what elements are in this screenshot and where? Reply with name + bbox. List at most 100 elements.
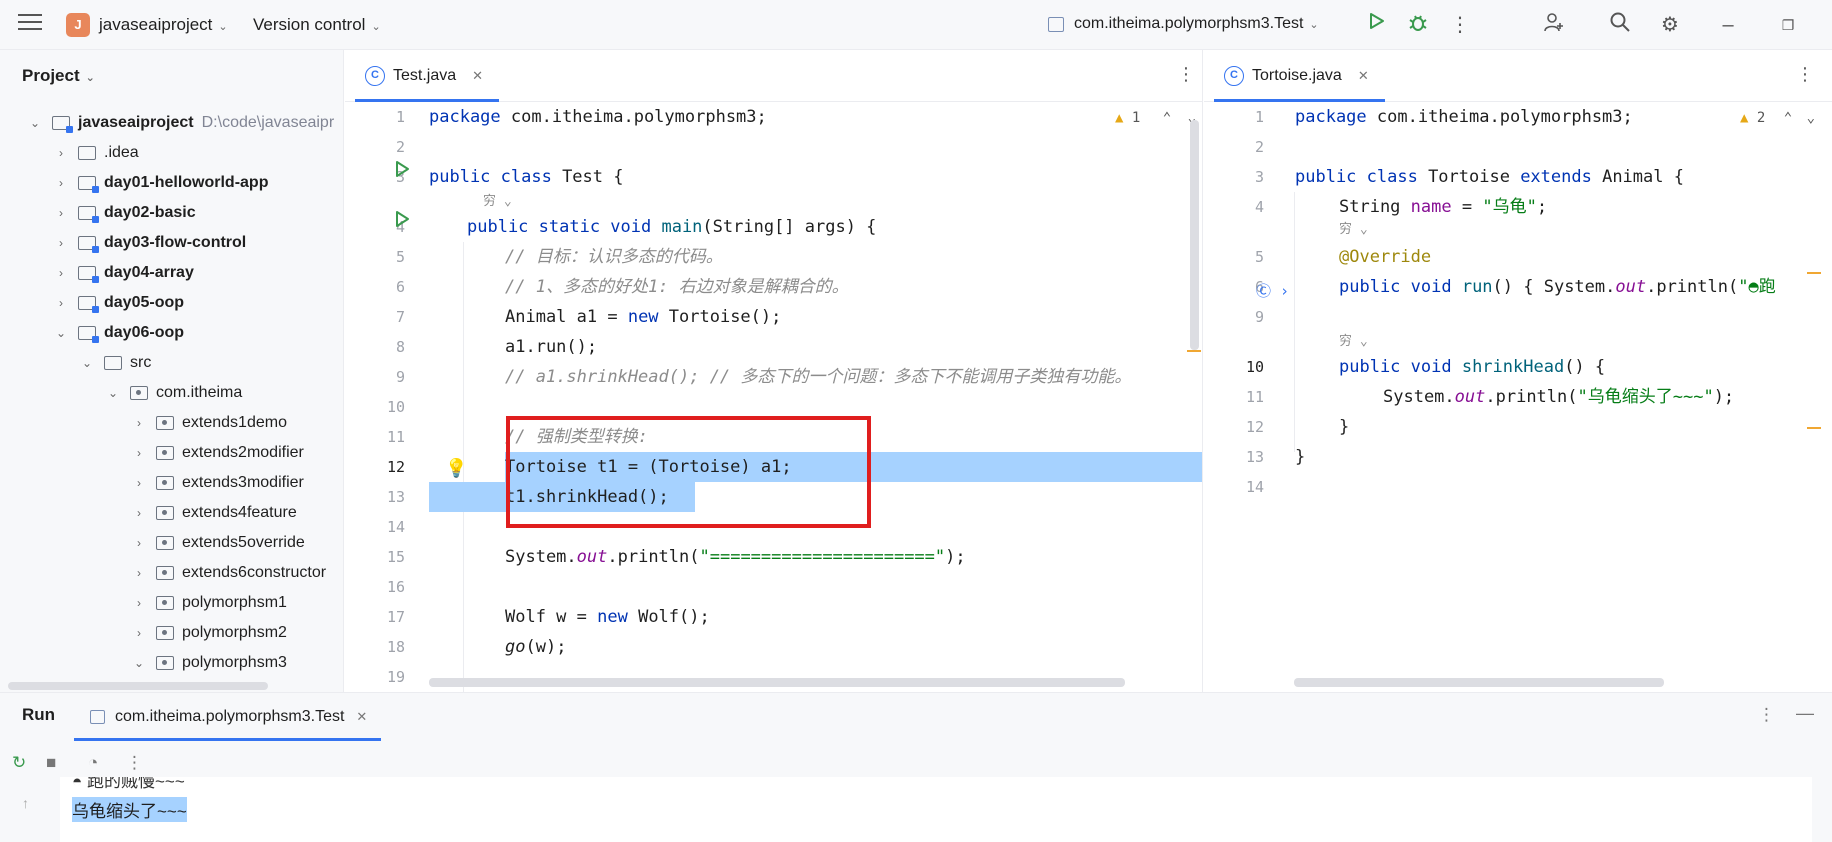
code-vision-hint[interactable]: 穷 ⌄: [1339, 218, 1368, 237]
code-line[interactable]: 9: [1204, 302, 1832, 332]
code-line[interactable]: 6 public void run() { System.out.println(…: [1204, 272, 1832, 302]
line-number[interactable]: 15: [345, 542, 405, 572]
tree-item[interactable]: › extends2modifier: [0, 438, 343, 468]
line-number[interactable]: 13: [345, 482, 405, 512]
code-line[interactable]: 14: [1204, 472, 1832, 502]
tree-item[interactable]: › .idea: [0, 138, 343, 168]
line-number[interactable]: 10: [345, 392, 405, 422]
project-badge[interactable]: J: [66, 13, 90, 37]
search-icon[interactable]: [1606, 11, 1634, 39]
more-actions-icon[interactable]: ⋮: [1446, 11, 1474, 39]
chevron-right-icon[interactable]: ›: [54, 168, 68, 198]
settings-gear-icon[interactable]: ⚙: [1656, 11, 1684, 39]
chevron-right-icon[interactable]: ›: [54, 228, 68, 258]
run-button[interactable]: [1362, 11, 1390, 39]
project-switcher[interactable]: javaseaiproject ⌄: [99, 15, 228, 35]
code-line[interactable]: 7 Animal a1 = new Tortoise();: [345, 302, 1202, 332]
code-line[interactable]: 10 public void shrinkHead() {: [1204, 352, 1832, 382]
code-line[interactable]: 15 System.out.println("==================…: [345, 542, 1202, 572]
run-gutter-icon[interactable]: [393, 210, 411, 228]
line-number[interactable]: 2: [345, 132, 405, 162]
code-line[interactable]: 8 a1.run();: [345, 332, 1202, 362]
tree-item[interactable]: › extends3modifier: [0, 468, 343, 498]
code-vision-hint[interactable]: 穷 ⌄: [1339, 330, 1368, 349]
code-line[interactable]: 1 package com.itheima.polymorphsm3;: [1204, 102, 1832, 132]
rerun-icon[interactable]: ↻: [12, 753, 26, 773]
line-number[interactable]: 13: [1204, 442, 1264, 472]
close-tab-icon[interactable]: ✕: [356, 709, 367, 725]
line-number[interactable]: 10: [1204, 352, 1264, 382]
code-line[interactable]: 2: [345, 132, 1202, 162]
code-line[interactable]: 3 public class Tortoise extends Animal {: [1204, 162, 1832, 192]
stop-icon[interactable]: ■: [46, 753, 56, 773]
tree-item[interactable]: › extends5override: [0, 528, 343, 558]
chevron-right-icon[interactable]: ›: [132, 438, 146, 468]
hide-panel-icon[interactable]: —: [1796, 703, 1814, 724]
more-options-icon[interactable]: ⋮: [1758, 705, 1775, 725]
code-line[interactable]: 6 // 1、多态的好处1: 右边对象是解耦合的。: [345, 272, 1202, 302]
restore-window-icon[interactable]: ❐: [1774, 11, 1802, 39]
code-line[interactable]: 17 Wolf w = new Wolf();: [345, 602, 1202, 632]
error-stripe-mark[interactable]: [1187, 350, 1201, 352]
chevron-right-icon[interactable]: ›: [132, 588, 146, 618]
version-control-menu[interactable]: Version control ⌄: [253, 15, 381, 35]
chevron-down-icon[interactable]: ⌄: [28, 108, 42, 138]
chevron-down-icon[interactable]: ⌄: [80, 348, 94, 378]
run-config-selector[interactable]: com.itheima.polymorphsm3.Test ⌄: [1074, 15, 1319, 33]
error-stripe-mark[interactable]: [1807, 427, 1821, 429]
line-number[interactable]: 7: [345, 302, 405, 332]
code-area[interactable]: ▲ 2 ⌃ ⌄ 1 package com.itheima.polymorphsm…: [1204, 102, 1832, 692]
line-number[interactable]: 14: [1204, 472, 1264, 502]
chevron-right-icon[interactable]: ›: [132, 408, 146, 438]
chevron-right-icon[interactable]: ›: [54, 198, 68, 228]
vertical-scrollbar[interactable]: [1190, 120, 1199, 350]
main-menu-icon[interactable]: [18, 14, 42, 34]
coverage-icon[interactable]: ◔: [88, 753, 98, 773]
line-number[interactable]: 17: [345, 602, 405, 632]
more-actions-icon[interactable]: ⋮: [126, 753, 143, 773]
line-number[interactable]: 11: [1204, 382, 1264, 412]
line-number[interactable]: 3: [1204, 162, 1264, 192]
code-line[interactable]: 3 public class Test {: [345, 162, 1202, 192]
scroll-up-icon[interactable]: ↑: [22, 795, 29, 811]
tab-test-java[interactable]: C Test.java ✕: [355, 50, 500, 102]
line-number[interactable]: 1: [1204, 102, 1264, 132]
code-line[interactable]: 2: [1204, 132, 1832, 162]
code-line[interactable]: 16: [345, 572, 1202, 602]
line-number[interactable]: 4: [1204, 192, 1264, 222]
line-number[interactable]: 14: [345, 512, 405, 542]
tree-item[interactable]: › day01-helloworld-app: [0, 168, 343, 198]
tab-more-icon[interactable]: ⋮: [1177, 64, 1195, 85]
code-line[interactable]: 18 go(w);: [345, 632, 1202, 662]
tree-item[interactable]: ⌄ javaseaiproject D:\code\javaseaipr: [0, 108, 343, 138]
close-tab-icon[interactable]: ✕: [472, 68, 483, 84]
chevron-right-icon[interactable]: ›: [54, 258, 68, 288]
chevron-right-icon[interactable]: ›: [132, 468, 146, 498]
line-number[interactable]: 9: [1204, 302, 1264, 332]
code-line[interactable]: 4 public static void main(String[] args) …: [345, 212, 1202, 242]
code-line[interactable]: 9 // a1.shrinkHead(); // 多态下的一个问题：多态下不能调用…: [345, 362, 1202, 392]
chevron-right-icon[interactable]: ›: [54, 288, 68, 318]
line-number[interactable]: 18: [345, 632, 405, 662]
code-line[interactable]: 4 String name = "乌龟";: [1204, 192, 1832, 222]
tree-item[interactable]: › extends1demo: [0, 408, 343, 438]
chevron-right-icon[interactable]: ›: [132, 618, 146, 648]
line-number[interactable]: 11: [345, 422, 405, 452]
chevron-right-icon[interactable]: ›: [132, 498, 146, 528]
line-number[interactable]: 16: [345, 572, 405, 602]
minimize-window-icon[interactable]: –: [1714, 11, 1742, 39]
code-area[interactable]: ▲ 1 ⌃ ⌄ 1 package com.itheima.polymorphsm…: [345, 102, 1202, 692]
chevron-down-icon[interactable]: ⌄: [132, 648, 146, 678]
line-number[interactable]: 12: [1204, 412, 1264, 442]
tree-item[interactable]: ⌄ polymorphsm3: [0, 648, 343, 678]
run-gutter-icon[interactable]: [393, 160, 411, 178]
line-number[interactable]: 8: [345, 332, 405, 362]
line-number[interactable]: 6: [345, 272, 405, 302]
debug-button[interactable]: [1404, 11, 1432, 39]
tree-item[interactable]: ⌄ day06-oop: [0, 318, 343, 348]
chevron-right-icon[interactable]: ›: [132, 558, 146, 588]
code-line[interactable]: 5 @Override: [1204, 242, 1832, 272]
tab-more-icon[interactable]: ⋮: [1796, 64, 1814, 85]
line-number[interactable]: 1: [345, 102, 405, 132]
tree-item[interactable]: › polymorphsm2: [0, 618, 343, 648]
